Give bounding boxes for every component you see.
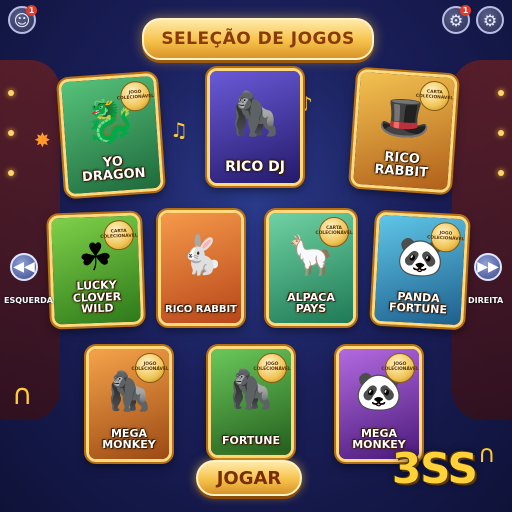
light-bulb	[8, 130, 14, 136]
collectible-badge: JOGO COLECIONÁVEL	[381, 353, 419, 383]
game-title: RICO DJ	[225, 159, 285, 176]
game-card-fortune[interactable]: 🦍 JOGO COLECIONÁVEL FORTUNE	[208, 346, 294, 458]
fire-icon: ✸	[34, 128, 51, 152]
play-button[interactable]: JOGAR	[196, 460, 302, 496]
light-bulb	[498, 130, 504, 136]
settings-alert-button[interactable]: ⚙ 1	[442, 5, 471, 34]
game-card-alpaca-pays[interactable]: 🦙 CARTA COLECIONÁVEL ALPACA PAYS	[266, 210, 356, 326]
scroll-right-button[interactable]: ▶▶	[474, 253, 502, 281]
scroll-left-button[interactable]: ◀◀	[10, 253, 38, 281]
game-title: ALPACA PAYS	[287, 290, 335, 316]
collectible-badge: JOGO COLECIONÁVEL	[253, 353, 291, 383]
settings-button[interactable]: ⚙	[476, 6, 504, 34]
collectible-badge: JOGO COLECIONÁVEL	[131, 353, 169, 383]
gorilla-dj-icon: 🦍	[228, 88, 282, 138]
profile-button[interactable]: ☺ 1	[8, 5, 37, 34]
collectible-badge: CARTA COLECIONÁVEL	[315, 217, 353, 247]
brand-logo: 3SS	[392, 444, 478, 493]
light-bulb	[8, 90, 14, 96]
game-title: YO DRAGON	[81, 153, 147, 186]
game-title: RICO RABBIT	[165, 303, 237, 315]
game-card-rico-rabbit[interactable]: 🎩 CARTA COLECIONÁVEL RICO RABBIT	[350, 68, 458, 194]
music-note-icon: ♫	[170, 118, 188, 142]
horseshoe-icon: ∩	[12, 378, 33, 411]
game-card-rico-dj[interactable]: 🦍 RICO DJ	[207, 68, 303, 186]
scroll-left-label: ESQUERDA	[4, 296, 53, 305]
game-card-panda-fortune[interactable]: 🐼 JOGO COLECIONÁVEL PANDA FORTUNE	[371, 211, 469, 329]
gear-icon: ⚙	[482, 10, 498, 30]
scroll-right-label: DIREITA	[468, 296, 504, 305]
horseshoe-icon: ∩	[478, 440, 496, 468]
rabbit-icon: 🐇	[177, 232, 225, 277]
game-card-lucky-clover-wild[interactable]: ☘ CARTA COLECIONÁVEL LUCKY CLOVER WILD	[48, 212, 144, 328]
game-card-mega-monkey[interactable]: 🦍 JOGO COLECIONÁVEL MEGA MONKEY	[86, 346, 172, 462]
game-title: MEGA MONKEY	[102, 426, 156, 452]
notification-badge: 1	[26, 5, 37, 16]
game-card-yo-dragon[interactable]: 🐉 JOGO COLECIONÁVEL YO DRAGON	[58, 72, 164, 198]
light-bulb	[498, 170, 504, 176]
page-title: SELEÇÃO DE JOGOS	[142, 18, 374, 60]
settings-badge: 1	[460, 5, 471, 16]
game-title: PANDA FORTUNE	[388, 289, 448, 317]
game-title: FORTUNE	[222, 434, 280, 448]
light-bulb	[498, 90, 504, 96]
fast-forward-icon: ▶▶	[477, 259, 499, 275]
game-title: LUCKY CLOVER WILD	[72, 278, 122, 316]
game-card-rico-rabbit-2[interactable]: 🐇 RICO RABBIT	[158, 210, 244, 326]
light-bulb	[8, 170, 14, 176]
rewind-icon: ◀◀	[13, 259, 35, 275]
